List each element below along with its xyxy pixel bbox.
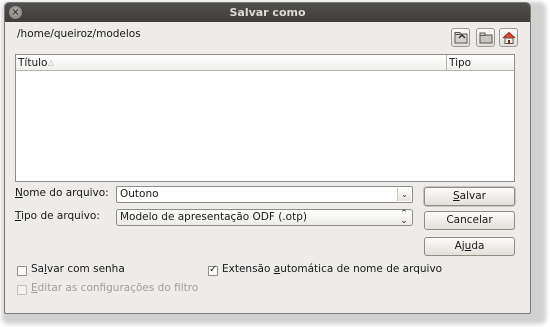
chevron-down-icon[interactable]: ⌄ — [397, 188, 411, 201]
updown-arrows-icon: ⌃ ⌄ — [400, 209, 408, 226]
file-name-input[interactable]: Outono ⌄ — [116, 186, 413, 203]
save-with-password-label[interactable]: Salvar com senha — [31, 263, 125, 275]
file-name-value: Outono — [120, 188, 159, 200]
edit-filter-settings-label: Editar as configurações do filtro — [31, 282, 199, 294]
go-up-folder-button[interactable] — [451, 28, 470, 47]
column-type[interactable]: Tipo — [449, 57, 471, 69]
new-folder-icon — [479, 32, 493, 44]
go-up-folder-icon — [454, 32, 468, 44]
column-title[interactable]: Título — [18, 57, 47, 69]
home-folder-icon — [502, 31, 516, 44]
dialog-title: Salvar como — [229, 6, 306, 19]
sort-ascending-icon: △ — [48, 58, 55, 67]
file-list-header: Título △ Tipo — [16, 55, 514, 71]
current-path: /home/queiroz/modelos — [17, 28, 141, 40]
edit-filter-settings-checkbox — [17, 285, 27, 295]
help-button[interactable]: Ajuda — [424, 237, 515, 256]
automatic-extension-label[interactable]: Extensão automática de nome de arquivo — [222, 263, 442, 275]
save-with-password-checkbox[interactable] — [17, 266, 27, 276]
home-folder-button[interactable] — [499, 28, 518, 47]
automatic-extension-checkbox[interactable]: ✓ — [208, 264, 218, 276]
file-type-label: Tipo de arquivo: — [15, 210, 100, 222]
save-as-dialog: × Salvar como /home/queiroz/modelos Títu… — [4, 2, 531, 314]
checkmark-icon: ✓ — [209, 264, 218, 275]
cancel-button[interactable]: Cancelar — [424, 211, 515, 230]
file-name-label: Nome do arquivo: — [15, 187, 109, 199]
column-divider[interactable] — [446, 55, 447, 71]
save-button[interactable]: Salvar — [424, 187, 515, 206]
new-folder-button[interactable] — [476, 28, 495, 47]
file-list[interactable]: Título △ Tipo — [15, 54, 515, 182]
file-type-select[interactable]: Modelo de apresentação ODF (.otp) ⌃ ⌄ — [116, 209, 413, 226]
title-bar[interactable]: × Salvar como — [5, 3, 530, 22]
file-type-value: Modelo de apresentação ODF (.otp) — [120, 211, 307, 223]
